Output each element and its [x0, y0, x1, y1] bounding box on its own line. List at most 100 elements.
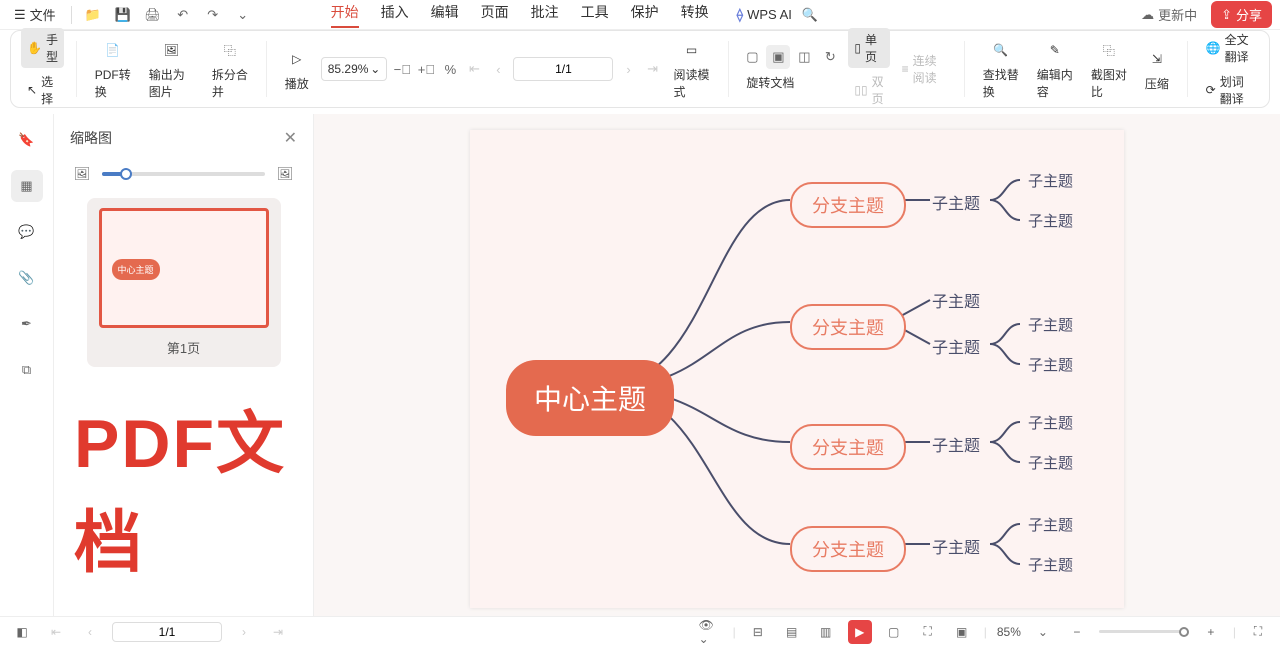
read-mode-icon: ▭ — [680, 38, 704, 62]
page-input[interactable] — [513, 57, 613, 81]
undo-icon[interactable]: ↶ — [171, 3, 195, 27]
tab-protect[interactable]: 保护 — [631, 2, 659, 28]
print-icon[interactable]: 🖨 — [141, 3, 165, 27]
actual-size-icon[interactable]: ◫ — [792, 45, 816, 69]
next-page-icon[interactable]: › — [619, 57, 637, 81]
select-translate-button[interactable]: ⟳ 划词翻译 — [1200, 70, 1259, 110]
sub-2b: 子主题 — [932, 334, 980, 358]
thumbnail-icon[interactable]: ▦ — [11, 170, 43, 202]
tab-tools[interactable]: 工具 — [581, 2, 609, 28]
compress-icon: ⇲ — [1145, 47, 1169, 71]
thumb-page-label: 第1页 — [167, 338, 200, 357]
thumb-zoom-out-icon[interactable]: 🖼 — [70, 162, 94, 186]
update-label: 更新中 — [1158, 5, 1197, 24]
fit-page-icon[interactable]: ▣ — [766, 45, 790, 69]
compare-button[interactable]: ⿻截图对比 — [1085, 36, 1133, 102]
left-rail: 🔖 ▦ 💬 📎 ✒ ⧉ — [0, 114, 54, 616]
search-icon[interactable]: 🔍 — [798, 3, 822, 27]
sb-zoom-slider[interactable] — [1099, 630, 1189, 633]
play-label: 播放 — [285, 75, 309, 92]
play-button[interactable]: ▷ 播放 — [279, 45, 315, 94]
save-icon[interactable]: 💾 — [111, 3, 135, 27]
edit-content-button[interactable]: ✎ 编辑内容 — [1031, 36, 1079, 102]
file-label: 文件 — [30, 5, 56, 24]
update-status[interactable]: ☁ 更新中 — [1141, 5, 1197, 24]
thumb-size-slider[interactable] — [102, 172, 265, 176]
prev-page-icon[interactable]: ‹ — [489, 57, 507, 81]
continuous-button[interactable]: ≡ 连续阅读 — [896, 49, 952, 89]
fit-percent-icon[interactable]: % — [441, 57, 459, 81]
find-label: 查找替换 — [983, 66, 1019, 100]
export-image-button[interactable]: 🖼输出为图片 — [143, 36, 200, 102]
fit-width-icon[interactable]: ▢ — [740, 45, 764, 69]
zoom-select[interactable]: 85.29%⌄ — [321, 57, 388, 81]
play-icon: ▷ — [285, 47, 309, 71]
tab-annotate[interactable]: 批注 — [531, 2, 559, 28]
compare-label: 截图对比 — [1091, 66, 1127, 100]
file-menu[interactable]: ☰ 文件 — [8, 2, 62, 27]
pdf-page: 中心主题 分支主题 分支主题 分支主题 分支主题 子主题 子主题 子主题 子主题… — [470, 130, 1124, 608]
sign-icon[interactable]: ✒ — [11, 308, 43, 340]
export-image-label: 输出为图片 — [149, 66, 194, 100]
branch-1: 分支主题 — [790, 182, 906, 228]
attachment-icon[interactable]: 📎 — [11, 262, 43, 294]
rotate-doc-button[interactable]: 旋转文档 — [740, 71, 842, 94]
rotate-cw-icon[interactable]: ↻ — [818, 45, 842, 69]
single-page-button[interactable]: ▯ 单页 — [848, 28, 889, 68]
thumb-zoom-in-icon[interactable]: 🖼 — [273, 162, 297, 186]
select-tool[interactable]: ↖ 选择 — [21, 70, 64, 110]
sb-page-input[interactable] — [112, 622, 222, 642]
continuous-label: 连续阅读 — [913, 52, 946, 86]
wps-ai-label: WPS AI — [747, 7, 792, 22]
pdf-convert-button[interactable]: 📄PDF转换 — [89, 36, 137, 102]
ai-icon: ⟠ — [737, 7, 743, 23]
redo-icon[interactable]: ↷ — [201, 3, 225, 27]
compare-icon: ⿻ — [1097, 38, 1121, 62]
close-icon[interactable]: ✕ — [284, 128, 297, 148]
read-mode-button[interactable]: ▭阅读模式 — [668, 36, 716, 102]
last-page-icon[interactable]: ⇥ — [644, 57, 662, 81]
tab-page[interactable]: 页面 — [481, 2, 509, 28]
sel-trans-label: 划词翻译 — [1220, 73, 1253, 107]
sub-3: 子主题 — [932, 432, 980, 456]
more-dropdown-icon[interactable]: ⌄ — [231, 3, 255, 27]
edit-icon: ✎ — [1043, 38, 1067, 62]
find-replace-button[interactable]: 🔍查找替换 — [977, 36, 1025, 102]
first-page-icon[interactable]: ⇤ — [465, 57, 483, 81]
canvas-area[interactable]: 中心主题 分支主题 分支主题 分支主题 分支主题 子主题 子主题 子主题 子主题… — [314, 114, 1280, 616]
wps-ai-button[interactable]: ⟠ WPS AI — [737, 7, 792, 23]
thumbnail-panel: 缩略图 ✕ 🖼 🖼 中心主题 第1页 PDF文档 — [54, 114, 314, 616]
tab-edit[interactable]: 编辑 — [431, 2, 459, 28]
share-button[interactable]: ⇪ 分享 — [1211, 1, 1272, 28]
single-label: 单页 — [865, 31, 884, 65]
tab-start[interactable]: 开始 — [331, 2, 359, 28]
zoom-out-icon[interactable]: −⃝ — [393, 57, 411, 81]
sub-2a: 子主题 — [932, 288, 980, 312]
hand-tool[interactable]: ✋ 手型 — [21, 28, 64, 68]
zoom-in-icon[interactable]: +⃝ — [417, 57, 435, 81]
mini-4a: 子主题 — [1028, 514, 1073, 535]
edit-label: 编辑内容 — [1037, 66, 1073, 100]
split-merge-button[interactable]: ⿻拆分合并 — [206, 36, 254, 102]
pdf-convert-icon: 📄 — [101, 38, 125, 62]
tab-convert[interactable]: 转换 — [681, 2, 709, 28]
open-icon[interactable]: 📁 — [81, 3, 105, 27]
mini-4b: 子主题 — [1028, 554, 1073, 575]
full-translate-button[interactable]: 🌐 全文翻译 — [1200, 28, 1259, 68]
compress-button[interactable]: ⇲压缩 — [1139, 45, 1175, 94]
sb-zoom-value: 85% — [997, 625, 1021, 639]
double-label: 双页 — [872, 73, 884, 107]
thumbnail-card[interactable]: 中心主题 第1页 — [87, 198, 281, 367]
branch-3: 分支主题 — [790, 424, 906, 470]
thumbnail-image: 中心主题 — [99, 208, 269, 328]
double-page-button[interactable]: ▯▯ 双页 — [848, 70, 889, 110]
bookmark-icon[interactable]: 🔖 — [11, 124, 43, 156]
layers-icon[interactable]: ⧉ — [11, 354, 43, 386]
comment-icon[interactable]: 💬 — [11, 216, 43, 248]
share-label: 分享 — [1236, 5, 1262, 24]
tab-insert[interactable]: 插入 — [381, 2, 409, 28]
select-label: 选择 — [41, 73, 58, 107]
main-tabs: 开始 插入 编辑 页面 批注 工具 保护 转换 — [331, 2, 709, 28]
center-node: 中心主题 — [506, 360, 674, 436]
chevron-down-icon: ⌄ — [370, 62, 380, 76]
